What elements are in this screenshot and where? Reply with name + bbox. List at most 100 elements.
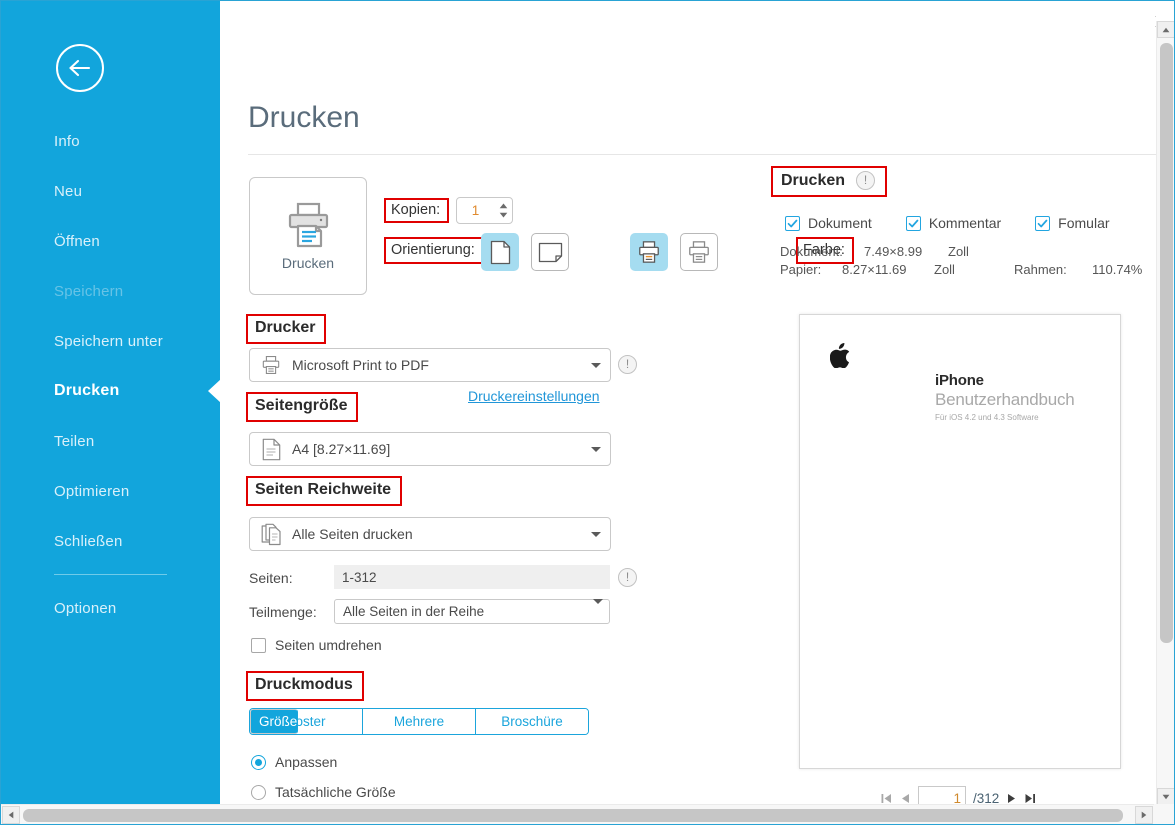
check-dokument[interactable]: Dokument [785, 215, 872, 231]
document-size-value: 7.49×8.99 [864, 244, 923, 259]
chevron-down-icon [591, 446, 601, 452]
title-divider [248, 154, 1160, 155]
subset-select[interactable]: Alle Seiten in der Reihe [334, 599, 610, 624]
sidebar-item-oeffnen[interactable]: Öffnen [1, 216, 220, 266]
last-page-icon [1025, 793, 1036, 803]
sidebar-item-schliessen[interactable]: Schließen [1, 516, 220, 566]
scroll-right-button[interactable] [1135, 806, 1153, 824]
orientation-landscape-button[interactable] [531, 233, 569, 271]
sidebar-item-optimieren[interactable]: Optimieren [1, 466, 220, 516]
sidebar-item-label: Optimieren [54, 482, 130, 500]
sidebar-item-label: Neu [54, 182, 83, 200]
print-mode-heading: Druckmodus [246, 671, 364, 701]
sidebar-item-speichern: Speichern [1, 266, 220, 316]
sidebar-item-neu[interactable]: Neu [1, 166, 220, 216]
print-preview-heading-group: Drucken ! [771, 166, 888, 197]
page-size-heading: Seitengröße [246, 392, 359, 422]
tab-groesse[interactable]: Größe [250, 709, 299, 734]
scroll-left-button[interactable] [2, 806, 20, 824]
pages-input[interactable]: 1-312 [334, 565, 610, 589]
tab-mehrere[interactable]: Mehrere [363, 709, 476, 734]
orientation-portrait-button[interactable] [481, 233, 519, 271]
copies-stepper[interactable]: 1 [456, 197, 513, 224]
page-range-heading: Seiten Reichweite [246, 476, 403, 506]
sidebar-item-drucken[interactable]: Drucken [1, 366, 220, 416]
page-size-caret[interactable] [582, 446, 610, 452]
document-preview[interactable]: iPhone Benutzerhandbuch Für iOS 4.2 und … [799, 314, 1121, 769]
paper-size-unit: Zoll [934, 262, 955, 277]
chevron-up-icon [499, 203, 507, 209]
preview-caption: Für iOS 4.2 und 4.3 Software [935, 413, 1039, 422]
scroll-up-button[interactable] [1157, 21, 1174, 38]
sidebar-item-speichern-unter[interactable]: Speichern unter [1, 316, 220, 366]
reverse-pages-label: Seiten umdrehen [275, 637, 382, 653]
preview-subtitle: Benutzerhandbuch [935, 390, 1075, 409]
page-icon [250, 438, 292, 461]
check-dokument-label: Dokument [808, 215, 872, 231]
subset-caret[interactable] [593, 599, 603, 619]
printer-heading: Drucker [246, 314, 327, 344]
checkbox-box [1035, 215, 1051, 231]
printer-caret[interactable] [582, 362, 610, 368]
color-printer-icon [639, 241, 659, 263]
page-range-select[interactable]: Alle Seiten drucken [249, 517, 611, 551]
sidebar-item-label: Öffnen [54, 232, 100, 250]
vertical-scrollbar[interactable] [1156, 21, 1174, 805]
grayscale-print-button[interactable] [680, 233, 718, 271]
reverse-pages-checkbox[interactable]: Seiten umdrehen [251, 637, 382, 653]
paper-size-value: 8.27×11.69 [842, 262, 907, 277]
back-arrow-icon [69, 59, 91, 77]
print-preview-info-icon[interactable]: ! [856, 171, 876, 190]
radio-anpassen[interactable]: Anpassen [251, 754, 337, 770]
first-page-button[interactable] [880, 792, 893, 805]
chevron-right-icon [1141, 811, 1147, 819]
copies-arrows[interactable] [494, 203, 512, 218]
radio-tatsaechliche-groesse[interactable]: Tatsächliche Größe [251, 784, 396, 800]
sidebar-item-teilen[interactable]: Teilen [1, 416, 220, 466]
sidebar-item-label: Speichern [54, 282, 124, 300]
scroll-down-button[interactable] [1157, 788, 1174, 805]
chevron-down-icon [593, 599, 603, 619]
tab-broschuere[interactable]: Broschüre [476, 709, 588, 734]
page-range-caret[interactable] [582, 531, 610, 537]
horizontal-scrollbar[interactable] [1, 804, 1174, 824]
scale-label: Rahmen: [1014, 262, 1067, 277]
last-page-button[interactable] [1024, 792, 1037, 805]
prev-page-button[interactable] [900, 792, 911, 805]
color-print-button[interactable] [630, 233, 668, 271]
sidebar-item-info[interactable]: Info [1, 116, 220, 166]
print-content-checks: Dokument Kommentar Fomular [785, 215, 1110, 231]
scale-value: 110.74% [1092, 262, 1143, 277]
content-area: Drucken Drucken Kopien: 1 Orientierung: … [220, 1, 1160, 810]
sidebar-item-label: Drucken [54, 382, 120, 399]
pages-info-icon[interactable]: ! [618, 568, 637, 587]
page-size-select[interactable]: A4 [8.27×11.69] [249, 432, 611, 466]
sidebar-item-label: Optionen [54, 599, 117, 617]
next-page-button[interactable] [1006, 792, 1017, 805]
page-size-value: A4 [8.27×11.69] [292, 441, 391, 457]
next-page-icon [1008, 793, 1016, 803]
paper-size-label: Papier: [780, 262, 822, 277]
print-button[interactable]: Drucken [249, 177, 367, 295]
checkbox-box [785, 215, 800, 231]
sidebar-item-optionen[interactable]: Optionen [1, 583, 220, 633]
horizontal-scroll-thumb[interactable] [23, 809, 1123, 822]
pages-stack-icon [250, 523, 292, 546]
preview-title: iPhone [935, 372, 984, 389]
back-button[interactable] [56, 44, 104, 92]
printer-select[interactable]: Microsoft Print to PDF [249, 348, 611, 382]
orientation-label: Orientierung: [384, 237, 484, 264]
chevron-down-icon [1162, 794, 1170, 799]
print-preview-heading: Drucken [781, 171, 846, 189]
pages-label: Seiten: [249, 570, 293, 586]
chevron-left-icon [8, 811, 14, 819]
check-kommentar[interactable]: Kommentar [905, 215, 1001, 231]
check-formular-label: Fomular [1058, 215, 1110, 231]
page-title: Drucken [248, 101, 360, 134]
first-page-icon [881, 793, 891, 803]
check-formular[interactable]: Fomular [1035, 215, 1110, 231]
printer-settings-link[interactable]: Druckereinstellungen [468, 388, 600, 404]
sidebar-item-label: Speichern unter [54, 332, 163, 350]
printer-info-icon[interactable]: ! [618, 355, 637, 374]
vertical-scroll-thumb[interactable] [1160, 43, 1173, 643]
